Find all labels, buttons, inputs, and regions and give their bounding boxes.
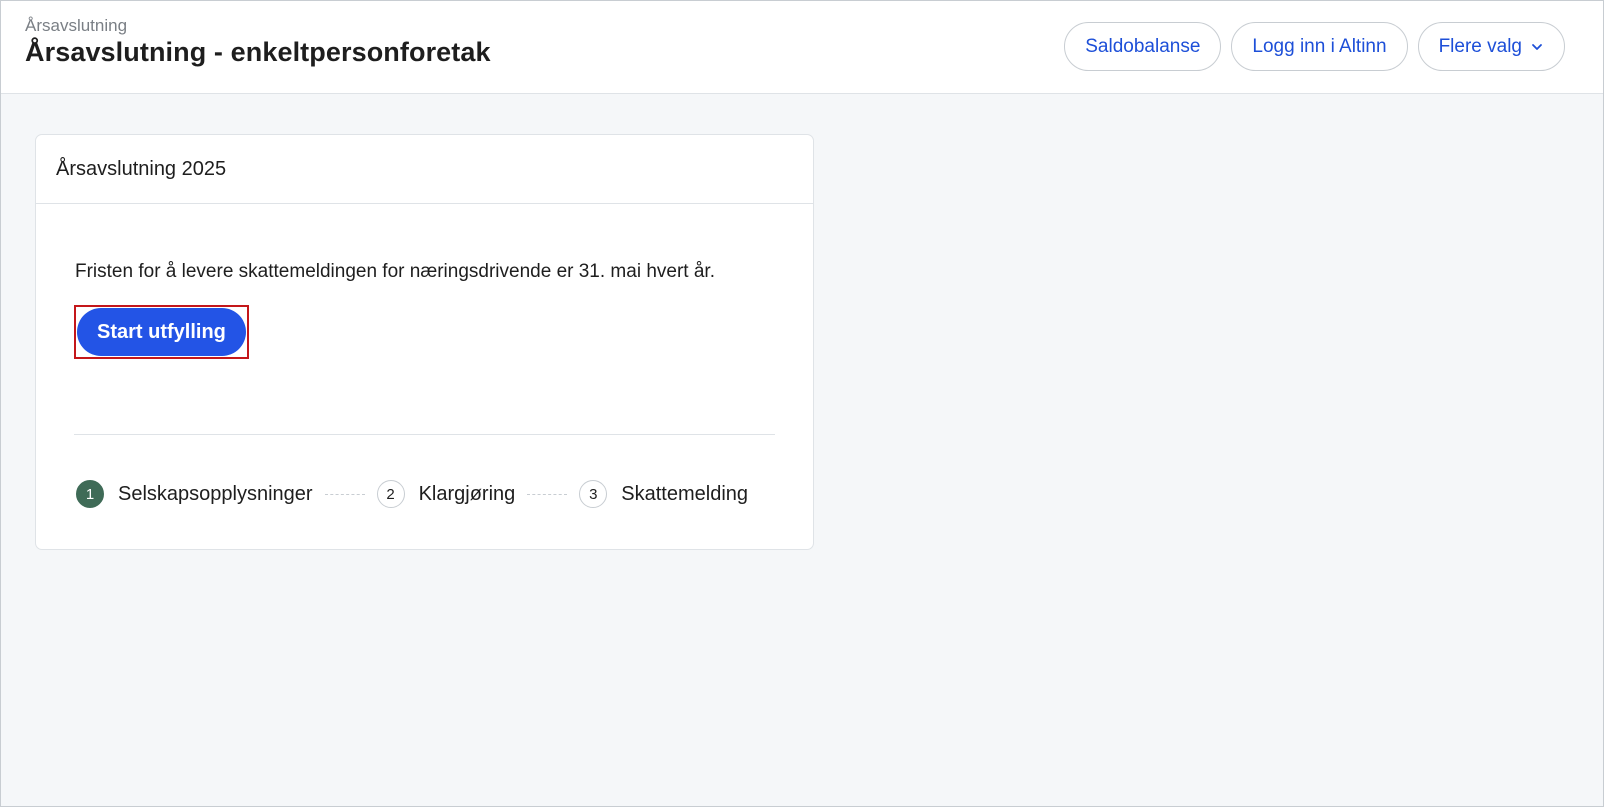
more-options-label: Flere valg	[1438, 35, 1522, 57]
app-window: Årsavslutning Årsavslutning - enkeltpers…	[0, 0, 1604, 807]
more-options-button[interactable]: Flere valg	[1417, 22, 1565, 71]
year-end-card: Årsavslutning 2025 Fristen for å levere …	[35, 134, 814, 550]
chevron-down-icon	[1532, 43, 1542, 50]
step-company-info[interactable]: 1 Selskapsopplysninger	[76, 480, 313, 508]
step-label: Selskapsopplysninger	[118, 482, 313, 505]
card-title: Årsavslutning 2025	[36, 135, 813, 204]
step-separator	[527, 493, 568, 495]
divider	[74, 434, 775, 435]
step-label: Skattemelding	[621, 482, 749, 505]
step-label: Klargjøring	[418, 482, 516, 505]
step-preparation[interactable]: 2 Klargjøring	[376, 480, 516, 508]
page-title: Årsavslutning - enkeltpersonforetak	[25, 37, 491, 67]
page-header: Årsavslutning Årsavslutning - enkeltpers…	[1, 1, 1603, 94]
breadcrumb[interactable]: Årsavslutning	[25, 16, 127, 36]
header-actions: Saldobalanse Logg inn i Altinn Flere val…	[1064, 22, 1565, 71]
step-separator	[324, 493, 365, 495]
progress-steps: 1 Selskapsopplysninger 2 Klargjøring 3 S…	[76, 480, 748, 508]
saldobalanse-label: Saldobalanse	[1085, 35, 1201, 57]
altinn-login-button[interactable]: Logg inn i Altinn	[1231, 22, 1408, 71]
step-number: 2	[376, 480, 405, 508]
deadline-text: Fristen for å levere skattemeldingen for…	[75, 261, 715, 282]
altinn-login-label: Logg inn i Altinn	[1252, 35, 1387, 57]
start-button-highlight: Start utfylling	[74, 305, 249, 359]
step-tax-return[interactable]: 3 Skattemelding	[579, 480, 748, 508]
start-filling-button[interactable]: Start utfylling	[77, 308, 246, 356]
saldobalanse-button[interactable]: Saldobalanse	[1064, 22, 1222, 71]
step-number: 3	[579, 480, 608, 508]
step-number: 1	[76, 480, 104, 508]
